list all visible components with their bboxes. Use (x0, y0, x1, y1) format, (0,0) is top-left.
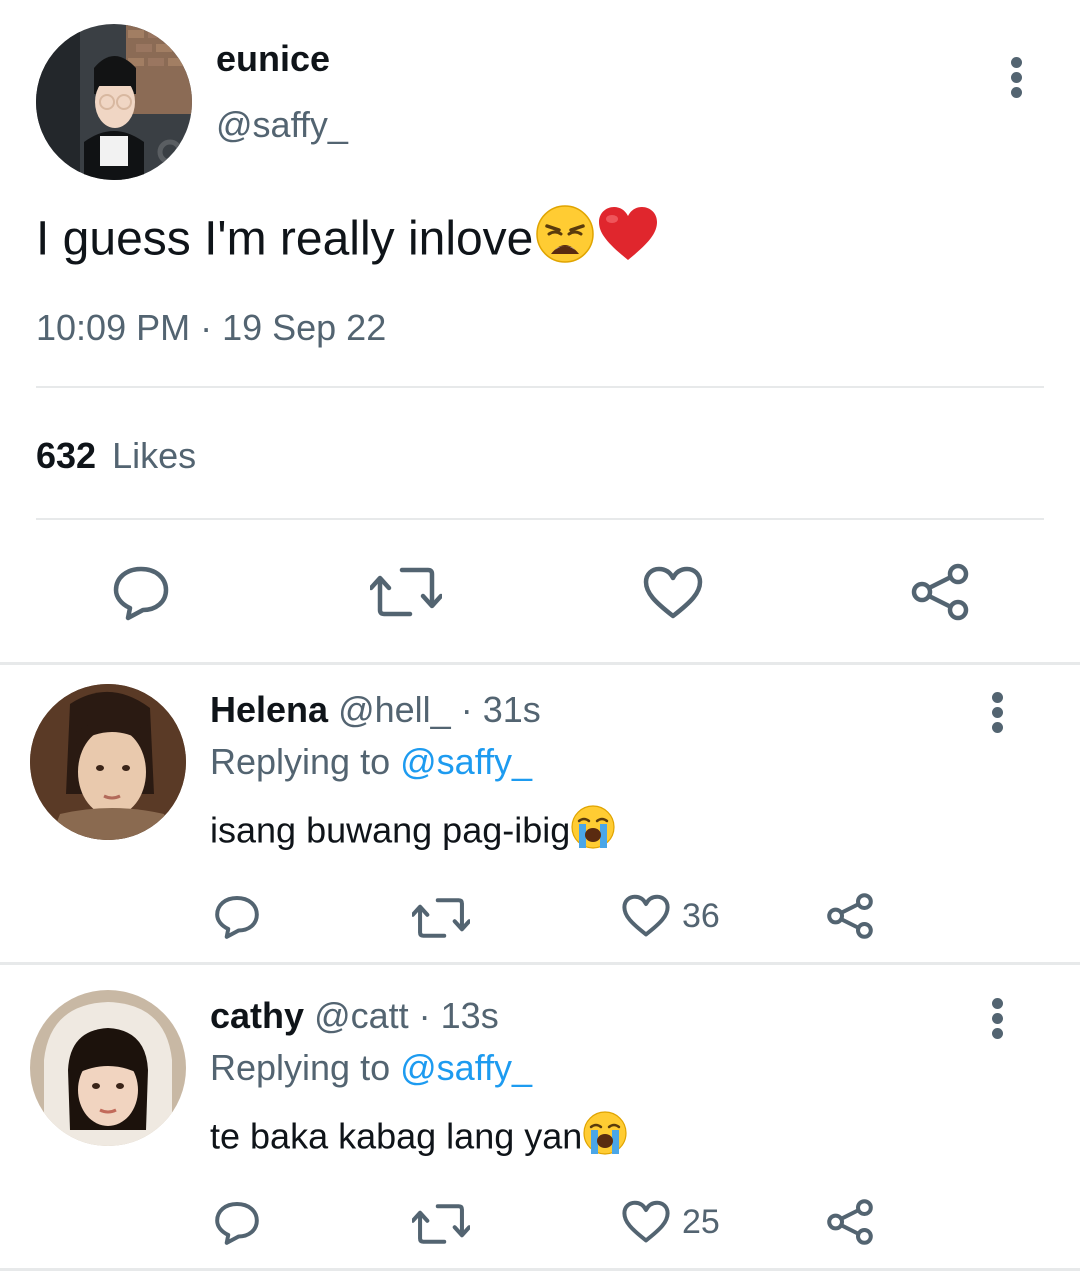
reply-avatar[interactable] (30, 990, 186, 1146)
retweet-icon[interactable] (412, 1203, 470, 1245)
reply-text-row: te baka kabag lang yan (210, 1110, 628, 1168)
weary-face-emoji (535, 204, 595, 280)
share-icon[interactable] (826, 892, 874, 940)
divider (0, 662, 1080, 665)
divider (0, 1268, 1080, 1271)
replying-to-handle[interactable]: @saffy_ (400, 741, 532, 782)
tweet-timestamp[interactable]: 10:09 PM · 19 Sep 22 (36, 306, 386, 350)
replying-to: Replying to @saffy_ (210, 740, 532, 784)
tweet-text: I guess I'm really inlove (36, 212, 534, 266)
reply-header: Helena @hell_ · 31s (210, 688, 541, 732)
reply-icon[interactable] (112, 564, 170, 622)
replying-to-prefix: Replying to (210, 1047, 391, 1088)
reply-header: cathy @catt · 13s (210, 994, 499, 1038)
replying-to: Replying to @saffy_ (210, 1046, 532, 1090)
likes-count: 632 (36, 435, 97, 476)
likes-summary[interactable]: 632 Likes (36, 434, 196, 478)
share-icon[interactable] (910, 562, 970, 622)
divider (36, 518, 1044, 520)
divider (36, 386, 1044, 388)
reply-avatar[interactable] (30, 684, 186, 840)
like-icon (622, 1200, 670, 1244)
tweet-text-row: I guess I'm really inlove (36, 204, 659, 280)
reply-text: isang buwang pag-ibig (210, 809, 571, 851)
reply-author-name[interactable]: Helena (210, 689, 328, 730)
replying-to-handle[interactable]: @saffy_ (400, 1047, 532, 1088)
likes-label: Likes (112, 435, 197, 476)
more-options-icon[interactable] (986, 690, 1010, 750)
author-name[interactable]: eunice (216, 38, 330, 80)
like-icon[interactable] (643, 566, 703, 620)
more-options-icon[interactable] (1005, 55, 1029, 115)
reply-icon[interactable] (214, 1200, 260, 1246)
share-icon[interactable] (826, 1198, 874, 1246)
reply-icon[interactable] (214, 894, 260, 940)
reply-time: · 13s (418, 995, 499, 1036)
author-avatar[interactable] (36, 24, 192, 180)
reply-text: te baka kabag lang yan (210, 1115, 583, 1157)
like-button[interactable]: 25 (622, 1200, 720, 1244)
author-handle[interactable]: @saffy_ (216, 104, 348, 146)
loudly-crying-face-emoji (582, 1110, 628, 1168)
reply-author-name[interactable]: cathy (210, 995, 304, 1036)
retweet-icon[interactable] (412, 897, 470, 939)
reply-text-row: isang buwang pag-ibig (210, 804, 616, 862)
like-icon (622, 894, 670, 938)
red-heart-emoji (597, 205, 659, 279)
reply-author-handle[interactable]: @catt (314, 995, 409, 1036)
like-count: 36 (682, 897, 720, 935)
reply-author-handle[interactable]: @hell_ (338, 689, 451, 730)
reply-time: · 31s (460, 689, 541, 730)
retweet-icon[interactable] (370, 566, 442, 618)
divider (0, 962, 1080, 965)
replying-to-prefix: Replying to (210, 741, 391, 782)
more-options-icon[interactable] (986, 996, 1010, 1056)
like-count: 25 (682, 1203, 720, 1241)
loudly-crying-face-emoji (570, 804, 616, 862)
like-button[interactable]: 36 (622, 894, 720, 938)
